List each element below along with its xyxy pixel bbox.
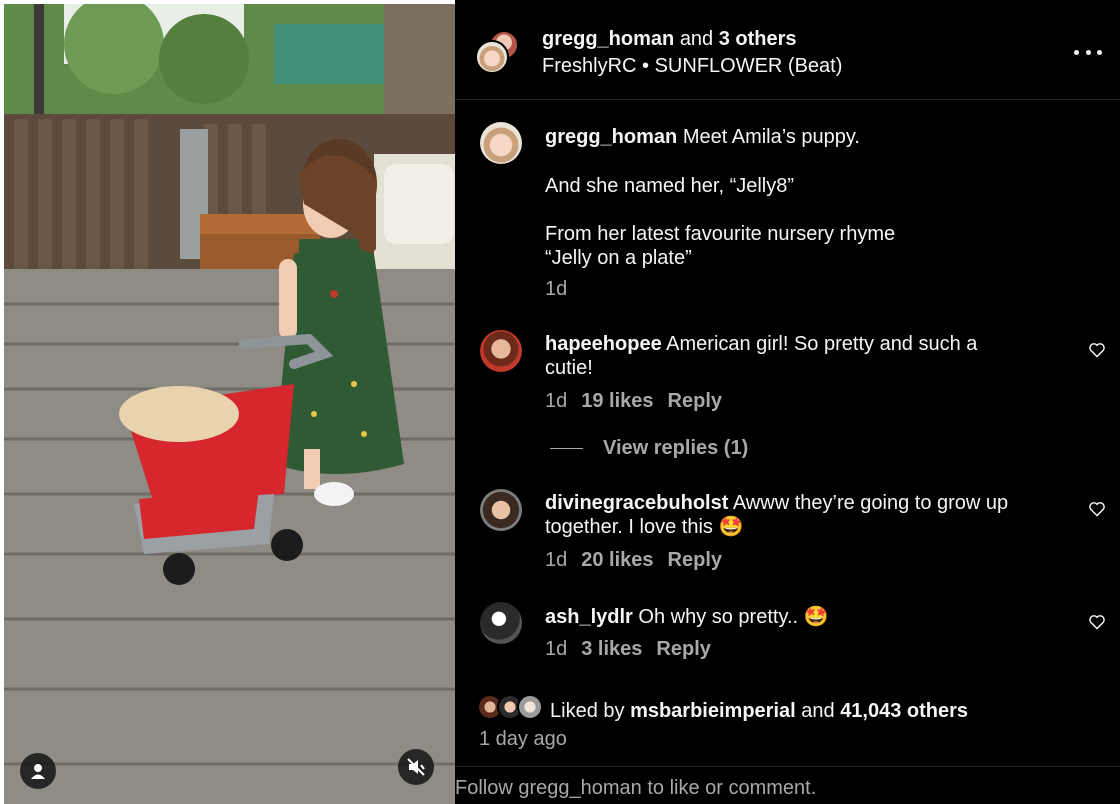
more-horizontal-icon [1074, 49, 1079, 55]
post-panel: gregg_homan and 3 others FreshlyRC • SUN… [455, 0, 1120, 804]
audio-artist[interactable]: FreshlyRC [542, 55, 636, 77]
comment-avatar[interactable] [480, 602, 522, 644]
caption-time[interactable]: 1d [545, 278, 567, 301]
post-header: gregg_homan and 3 others FreshlyRC • SUN… [455, 0, 1120, 100]
heart-outline-icon[interactable] [1088, 342, 1106, 358]
liker-avatar [517, 694, 543, 720]
coauthors-link[interactable]: 3 others [719, 28, 797, 50]
audio-track[interactable]: SUNFLOWER (Beat) [655, 55, 843, 77]
author-avatars[interactable] [475, 30, 523, 78]
reply-button[interactable]: Reply [668, 549, 722, 571]
liked-by-user[interactable]: msbarbieimperial [630, 700, 796, 722]
liked-by-prefix: Liked by [550, 700, 625, 722]
caption-username[interactable]: gregg_homan [545, 126, 677, 148]
video-frame [4, 4, 455, 804]
speaker-muted-icon [407, 758, 425, 776]
caption-line-4: “Jelly on a plate” [545, 247, 692, 269]
audio-line[interactable]: FreshlyRC • SUNFLOWER (Beat) [542, 55, 842, 78]
comment-username[interactable]: hapeehopee [545, 333, 662, 355]
comment-likes[interactable]: 3 likes [581, 638, 642, 660]
comment-username[interactable]: divinegracebuholst [545, 492, 728, 514]
heart-outline-icon[interactable] [1088, 614, 1106, 630]
liked-by-avatars[interactable] [477, 694, 547, 724]
comment-likes[interactable]: 19 likes [581, 390, 653, 412]
heart-outline-icon[interactable] [1088, 501, 1106, 517]
more-horizontal-icon [1085, 49, 1091, 55]
author-line: gregg_homan and 3 others [542, 28, 797, 51]
comment-text-line-1: divinegracebuholst Awww they’re going to… [545, 491, 1008, 515]
comment-meta: 1d 3 likes Reply [545, 638, 711, 661]
mute-button[interactable] [398, 749, 434, 785]
comment-avatar[interactable] [480, 489, 522, 531]
follow-to-comment-prompt[interactable]: Follow gregg_homan to like or comment. [455, 777, 816, 800]
author-avatar[interactable] [475, 40, 509, 74]
comment-text: American girl! So pretty and such a [666, 333, 978, 355]
liked-by-and: and [801, 700, 835, 722]
user-tag-icon [31, 764, 45, 779]
replies-divider [550, 448, 583, 449]
post-media[interactable] [4, 4, 455, 804]
comment-text-line-1: ash_lydlr Oh why so pretty.. 🤩 [545, 605, 829, 629]
comment-text: Oh why so pretty.. 🤩 [638, 606, 829, 628]
comment-time[interactable]: 1d [545, 549, 567, 571]
comment-text-line-2: cutie! [545, 357, 593, 379]
more-horizontal-icon [1097, 49, 1102, 55]
caption-text: Meet Amila’s puppy. [682, 126, 860, 148]
comment-text-line-1: hapeehopee American girl! So pretty and … [545, 332, 977, 356]
more-options-button[interactable] [1074, 40, 1102, 64]
comment-text: Awww they’re going to grow up [732, 492, 1009, 514]
liked-by-line: Liked by msbarbieimperial and 41,043 oth… [550, 699, 968, 723]
comment-likes[interactable]: 20 likes [581, 549, 653, 571]
view-replies-button[interactable]: View replies (1) [603, 437, 748, 460]
and-text: and [679, 28, 714, 50]
comment-time[interactable]: 1d [545, 638, 567, 660]
tagged-users-button[interactable] [20, 753, 56, 789]
caption-line-2: And she named her, “Jelly8” [545, 175, 795, 197]
comment-username[interactable]: ash_lydlr [545, 606, 633, 628]
caption-line-3: From her latest favourite nursery rhyme [545, 223, 896, 245]
likes-count[interactable]: 41,043 others [840, 700, 968, 722]
comment-meta: 1d 20 likes Reply [545, 549, 722, 572]
comment-time[interactable]: 1d [545, 390, 567, 412]
comment-text-line-2: together. I love this 🤩 [545, 516, 744, 538]
audio-separator: • [642, 55, 650, 77]
reply-button[interactable]: Reply [656, 638, 710, 660]
posted-time[interactable]: 1 day ago [479, 728, 567, 751]
comment-meta: 1d 19 likes Reply [545, 390, 722, 413]
comment-footer: Follow gregg_homan to like or comment. [455, 766, 1120, 804]
comment-avatar[interactable] [480, 330, 522, 372]
author-username[interactable]: gregg_homan [542, 28, 674, 50]
reply-button[interactable]: Reply [668, 390, 722, 412]
caption-line-1: gregg_homan Meet Amila’s puppy. [545, 125, 860, 149]
caption-avatar[interactable] [480, 122, 522, 164]
